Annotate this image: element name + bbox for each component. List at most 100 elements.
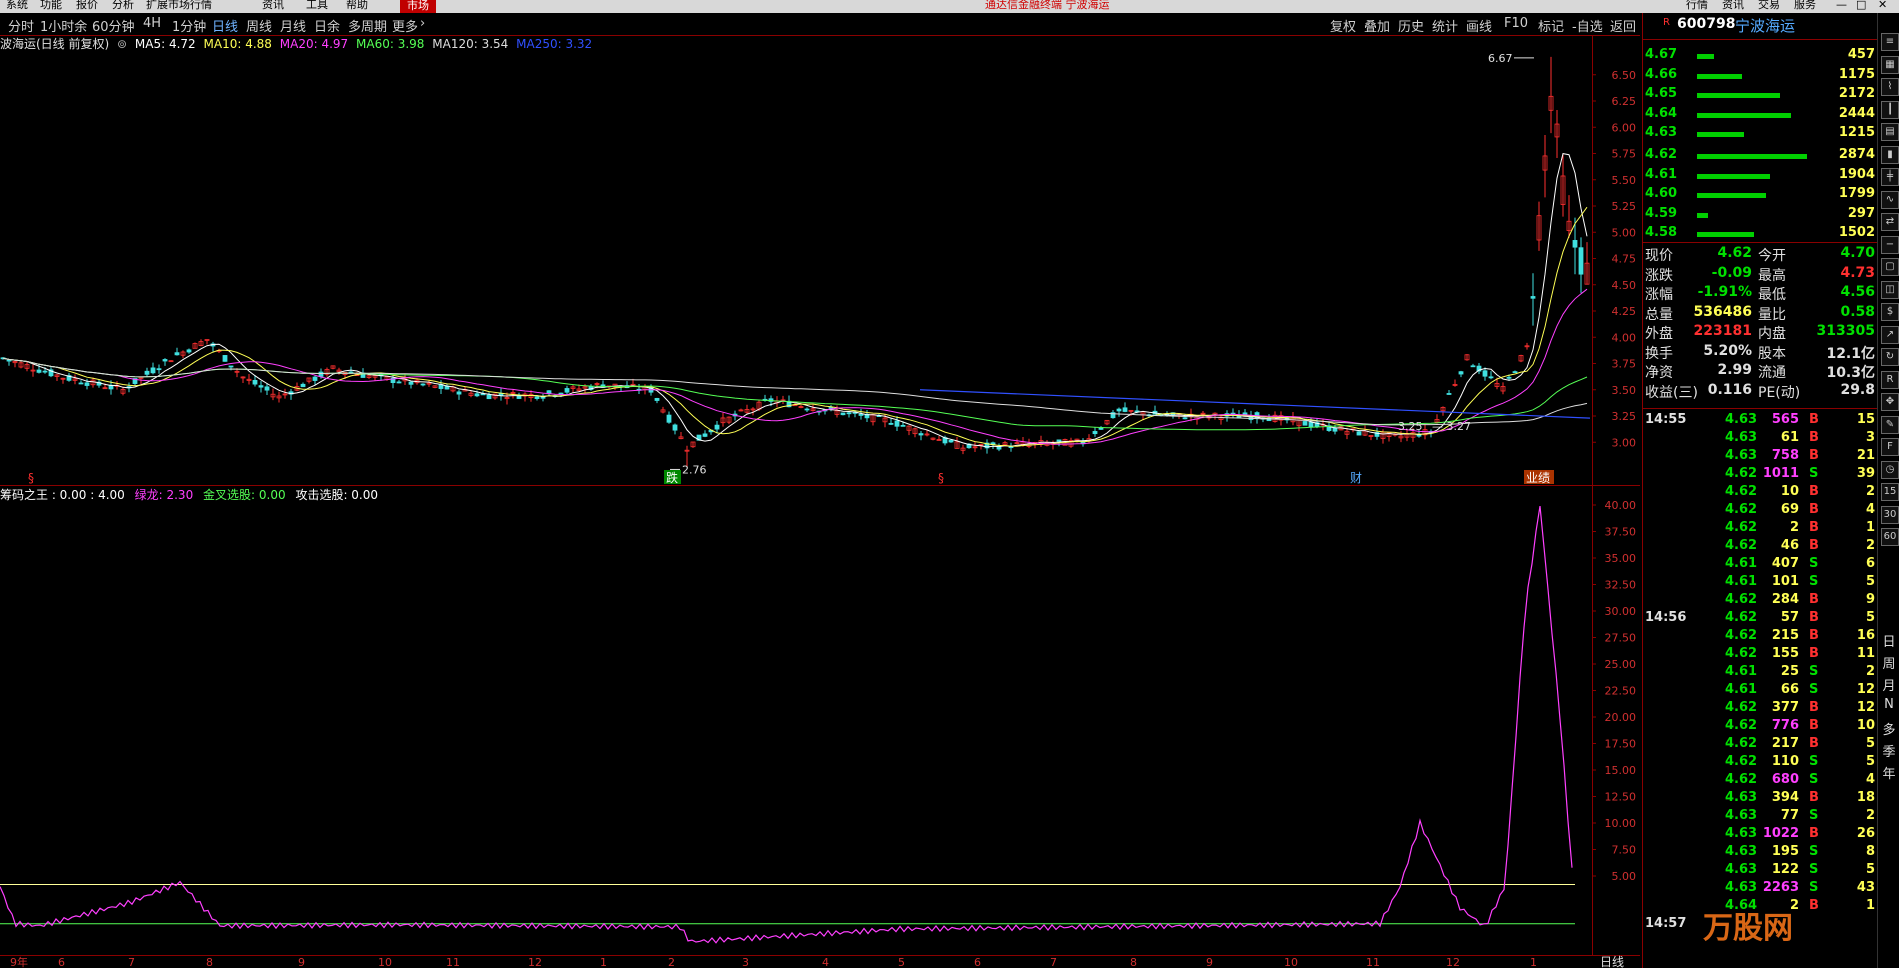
tick-volume: 215 — [1771, 628, 1799, 643]
tick-side: B — [1809, 520, 1819, 535]
order-volume: 1904 — [1838, 166, 1875, 182]
ma20-value: MA20: 4.97 — [279, 37, 349, 51]
line-icon[interactable]: ∿ — [1881, 190, 1899, 209]
candle-body — [1098, 427, 1104, 430]
minimize-icon[interactable]: — — [1836, 0, 1847, 10]
price-tick-label: 5.75 — [1612, 148, 1637, 161]
list-icon[interactable]: ≡ — [1881, 33, 1899, 51]
tick-count: 18 — [1856, 790, 1875, 805]
tick-volume: 217 — [1771, 736, 1799, 751]
tick-row: 4.62 776 B 10 — [1643, 718, 1877, 736]
bid-row[interactable]: 4.62 2874 — [1643, 147, 1877, 166]
high-price-label: 6.67 — [1488, 52, 1513, 65]
rsi-icon[interactable]: R — [1881, 370, 1899, 389]
settings-icon[interactable]: ⊚ — [117, 37, 127, 51]
n60-icon[interactable]: 60 — [1881, 528, 1899, 546]
f5-icon[interactable]: F — [1881, 438, 1899, 456]
close-icon[interactable]: ✕ — [1878, 0, 1887, 10]
candle-body — [420, 383, 426, 386]
ask-row[interactable]: 4.63 1215 — [1643, 125, 1877, 144]
kline-icon[interactable]: ┃ — [1881, 100, 1899, 119]
period-shortcut-3[interactable]: N — [1881, 697, 1897, 712]
dollar-icon[interactable]: $ — [1881, 303, 1899, 321]
ma10-line — [2, 206, 1588, 447]
indicator-chip-king: 筹码之王 : 0.00 : 4.00 — [0, 488, 125, 502]
table-icon[interactable]: ▤ — [1881, 123, 1899, 141]
bar-icon[interactable]: ▮ — [1881, 145, 1899, 164]
indicator-tick-label: 37.50 — [1605, 526, 1637, 539]
chart-icon[interactable]: ⌇ — [1881, 78, 1899, 96]
tick-side: B — [1809, 790, 1819, 805]
candle-body — [846, 412, 852, 415]
arrow-icon[interactable]: ↗ — [1881, 325, 1899, 344]
pencil-icon[interactable]: ✎ — [1881, 415, 1899, 434]
order-volume-bar — [1697, 154, 1807, 159]
ask-row[interactable]: 4.64 2444 — [1643, 106, 1877, 125]
quote-row: 总量 536486 量比 0.58 — [1643, 304, 1877, 323]
ask-row[interactable]: 4.65 2172 — [1643, 86, 1877, 105]
grid-icon[interactable]: ▦ — [1881, 55, 1899, 74]
tick-side: B — [1809, 412, 1819, 427]
tick-volume: 195 — [1771, 844, 1799, 859]
indicator-tick-label: 32.50 — [1605, 579, 1637, 592]
fund-icon[interactable]: ◫ — [1881, 280, 1899, 299]
menu-right-service[interactable]: 服务 — [1794, 0, 1816, 10]
menu-right-trade[interactable]: 交易 — [1758, 0, 1780, 10]
n15-icon[interactable]: 15 — [1881, 483, 1899, 501]
candle-body — [264, 386, 270, 391]
tick-count: 2 — [1865, 664, 1875, 679]
candle-body — [840, 412, 846, 416]
period-shortcut-0[interactable]: 日 — [1881, 631, 1897, 650]
axis-divider — [1592, 35, 1593, 955]
ask-row[interactable]: 4.67 457 — [1643, 47, 1877, 66]
price-tick-label: 4.50 — [1612, 279, 1637, 292]
price-tick-label: 5.25 — [1612, 200, 1637, 213]
chart-area[interactable]: 6.50 6.25 6.00 5.75 5.50 5.25 5.00 4.75 4.50 4.25… — [0, 0, 1641, 968]
bid-row[interactable]: 4.59 297 — [1643, 206, 1877, 225]
event-marker: § — [28, 471, 34, 485]
move-icon[interactable]: ✥ — [1881, 393, 1899, 411]
candle-icon[interactable]: ╪ — [1881, 168, 1899, 186]
minus-icon[interactable]: − — [1881, 235, 1899, 254]
tick-side: B — [1809, 898, 1819, 913]
quote-row: 涨跌 -0.09 最高 4.73 — [1643, 265, 1877, 284]
candle-body — [150, 367, 156, 374]
bid-row[interactable]: 4.60 1799 — [1643, 186, 1877, 205]
candle-body — [804, 408, 810, 411]
quote-value: 223181 — [1693, 323, 1752, 339]
order-volume-bar — [1697, 132, 1744, 137]
candle-body — [1356, 431, 1362, 436]
order-volume-bar — [1697, 112, 1791, 118]
ask-row[interactable]: 4.66 1175 — [1643, 67, 1877, 86]
x-axis-label: 12 — [1446, 956, 1460, 968]
refresh-icon[interactable]: ↻ — [1881, 348, 1899, 366]
bid-row[interactable]: 4.61 1904 — [1643, 167, 1877, 186]
stock-header: R 600798 宁波海运 — [1643, 13, 1877, 38]
low-price-label: 2.76 — [682, 463, 707, 476]
window-icon[interactable]: ▢ — [1881, 258, 1899, 276]
candle-body — [1506, 376, 1512, 379]
period-shortcut-1[interactable]: 周 — [1881, 653, 1897, 672]
candle-body — [828, 407, 834, 409]
n30-icon[interactable]: 30 — [1881, 505, 1899, 524]
maximize-icon[interactable]: □ — [1856, 0, 1866, 10]
period-shortcut-6[interactable]: 年 — [1881, 763, 1897, 782]
period-shortcut-4[interactable]: 多 — [1881, 719, 1897, 738]
menu-right-quote[interactable]: 行情 — [1686, 0, 1708, 10]
tick-row: 4.62 10 B 2 — [1643, 484, 1877, 502]
candle-body — [948, 439, 954, 443]
candle-body — [300, 383, 306, 388]
period-shortcut-2[interactable]: 月 — [1881, 675, 1897, 694]
compare-icon[interactable]: ⇄ — [1881, 213, 1899, 231]
ma120-value: MA120: 3.54 — [432, 37, 509, 51]
candle-body — [1530, 296, 1536, 299]
tick-count: 2 — [1865, 484, 1875, 499]
tick-price: 4.63 — [1725, 808, 1758, 823]
clock-icon[interactable]: ◷ — [1881, 460, 1899, 479]
candle-body — [900, 424, 906, 427]
menu-right-news[interactable]: 资讯 — [1722, 0, 1744, 10]
period-shortcut-5[interactable]: 季 — [1881, 741, 1897, 760]
tick-count: 43 — [1856, 880, 1875, 895]
tick-side: B — [1809, 592, 1819, 607]
tick-count: 39 — [1856, 466, 1875, 481]
